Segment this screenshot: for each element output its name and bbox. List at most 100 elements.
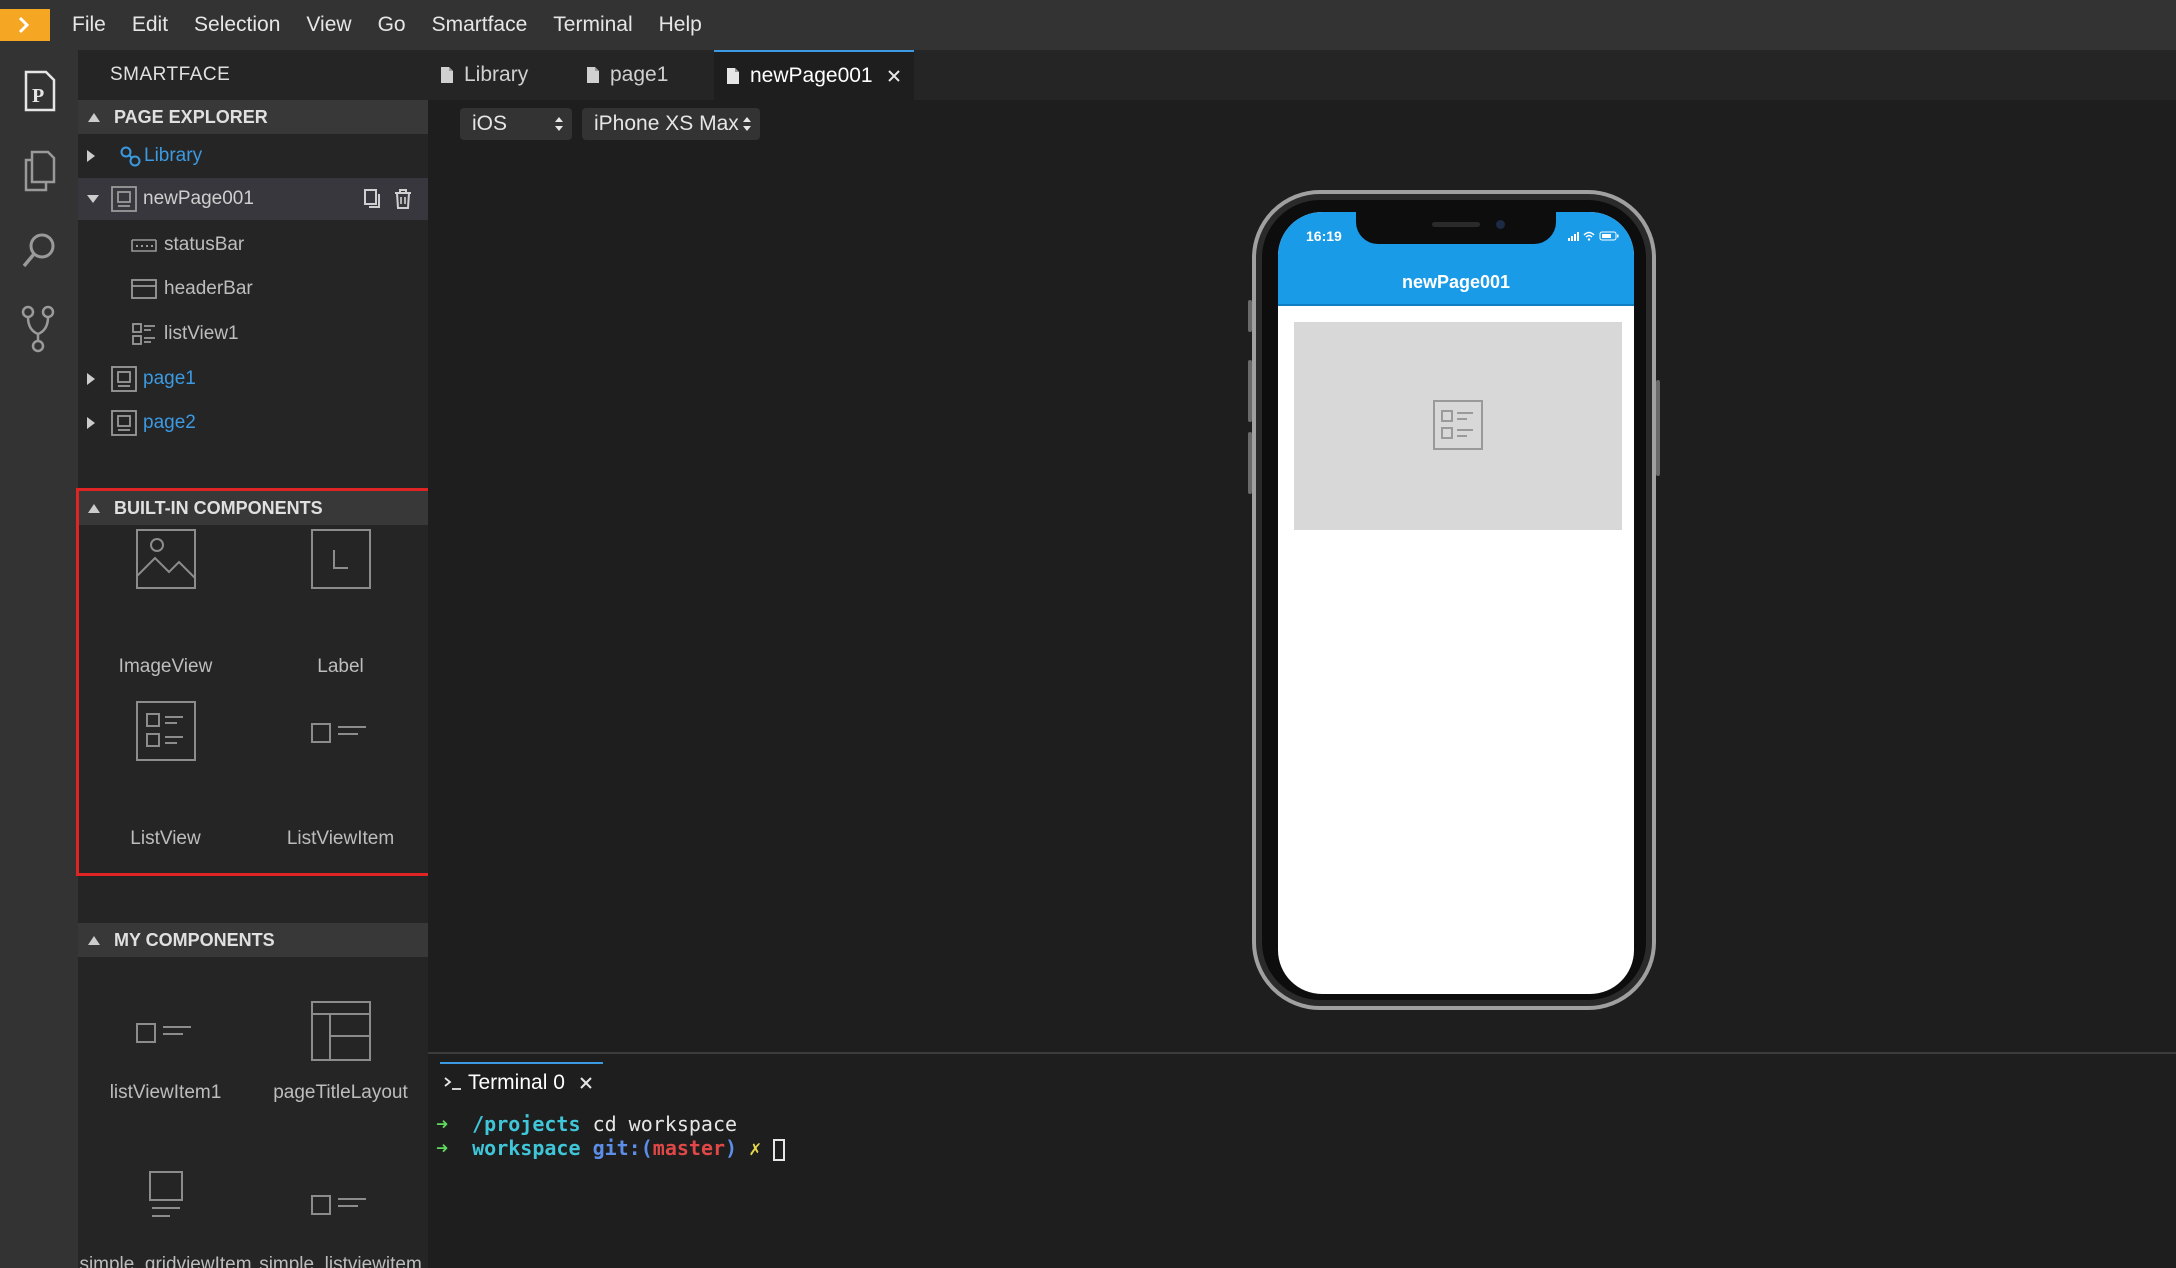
git-branch: master [652, 1136, 726, 1160]
terminal-tab-bar: Terminal 0 [428, 1054, 2176, 1108]
select-arrows-icon [555, 117, 563, 131]
tree-item-label: listView1 [164, 323, 239, 344]
highlight-box [76, 488, 440, 876]
terminal-icon [444, 1077, 461, 1090]
prompt-arrow: ➜ [436, 1136, 449, 1160]
device-select[interactable]: iPhone XS Max [582, 108, 760, 140]
menu-bar: File Edit Selection View Go Smartface Te… [0, 0, 2176, 50]
tree-item-label: headerBar [164, 278, 253, 299]
tree-item-label: page2 [143, 412, 196, 433]
menu-go[interactable]: Go [378, 13, 406, 37]
component-label: simple_gridviewItem [79, 1254, 252, 1268]
headerbar-icon [131, 276, 157, 302]
select-arrows-icon [743, 117, 751, 131]
listview-icon [1433, 400, 1483, 450]
tree-item-newpage001[interactable]: newPage001 [78, 178, 428, 220]
my-components-header[interactable]: MY COMPONENTS [78, 923, 428, 957]
terminal-line: ➜ workspace git:(master) ✗ [436, 1136, 786, 1161]
tab-newpage001[interactable]: newPage001 [714, 50, 914, 100]
preview-toolbar: iOS iPhone XS Max [428, 100, 2176, 146]
close-icon[interactable] [579, 1076, 593, 1090]
tree-item-page1[interactable]: page1 [78, 358, 428, 400]
terminal-tab[interactable]: Terminal 0 [440, 1062, 603, 1102]
menu-view[interactable]: View [306, 13, 351, 37]
tree-item-label: Library [144, 145, 203, 166]
component-listviewitem1[interactable]: listViewItem1 [78, 978, 253, 1108]
statusbar-icon [131, 232, 157, 258]
status-indicators-icon [1568, 231, 1619, 241]
prompt-path: workspace [472, 1136, 581, 1160]
terminal-line: ➜ /projects cd workspace [436, 1112, 737, 1136]
tree-item-statusbar[interactable]: statusBar [78, 224, 428, 266]
device-screen: 16:19 newPage001 [1278, 212, 1634, 994]
tree-item-headerbar[interactable]: headerBar [78, 268, 428, 310]
menu-help[interactable]: Help [659, 13, 702, 37]
component-label: pageTitleLayout [273, 1082, 408, 1103]
app-window: File Edit Selection View Go Smartface Te… [0, 0, 2176, 1268]
file-icon [727, 68, 739, 84]
app-logo [0, 9, 50, 41]
svg-text:P: P [32, 85, 44, 107]
search-icon[interactable] [18, 228, 60, 274]
collapse-icon [88, 935, 100, 945]
preview-listview[interactable] [1294, 322, 1622, 530]
trash-icon[interactable] [392, 188, 414, 210]
phone-notch [1356, 212, 1556, 244]
sidebar-title: SMARTFACE [110, 64, 231, 85]
close-icon[interactable] [887, 69, 901, 83]
preview-headerbar[interactable]: newPage001 [1278, 260, 1634, 306]
git-label: git:( [592, 1136, 653, 1160]
device-select-value: iPhone XS Max [594, 112, 739, 135]
component-simple-gridviewitem[interactable]: simple_gridviewItem [78, 1150, 253, 1268]
expand-icon [87, 150, 95, 162]
menu-edit[interactable]: Edit [132, 13, 168, 37]
collapse-icon [87, 195, 99, 203]
duplicate-icon[interactable] [361, 188, 383, 210]
tab-label: Library [464, 63, 529, 86]
menu-selection[interactable]: Selection [194, 13, 280, 37]
source-control-icon[interactable] [18, 304, 60, 353]
phone-side-button [1656, 380, 1660, 476]
prompt-arrow: ➜ [436, 1112, 449, 1136]
os-select-value: iOS [472, 112, 508, 135]
menu-file[interactable]: File [72, 13, 106, 37]
component-simple-listviewitem[interactable]: simple_listviewitem [253, 1150, 428, 1268]
listview-icon [131, 321, 157, 347]
tree-item-label: statusBar [164, 234, 245, 255]
page-explorer-header[interactable]: PAGE EXPLORER [78, 100, 428, 134]
files-icon[interactable] [18, 148, 60, 194]
page-icon[interactable]: P [18, 68, 60, 114]
device-preview: 16:19 newPage001 [1252, 190, 1656, 1010]
collapse-icon [88, 112, 100, 122]
expand-icon [87, 373, 95, 385]
preview-header-title: newPage001 [1401, 272, 1511, 292]
expand-icon [87, 417, 95, 429]
tree-item-listview1[interactable]: listView1 [78, 313, 428, 355]
link-icon [118, 143, 144, 169]
component-label: simple_listviewitem [259, 1254, 422, 1268]
prompt-path: /projects [472, 1112, 581, 1136]
tab-library[interactable]: Library [440, 50, 590, 100]
tab-label: page1 [610, 63, 669, 86]
page-node-icon [111, 410, 137, 436]
terminal-output[interactable]: ➜ /projects cd workspace ➜ workspace git… [428, 1108, 2176, 1268]
terminal-tab-label: Terminal 0 [468, 1071, 565, 1094]
menu-smartface[interactable]: Smartface [432, 13, 528, 37]
editor-tab-bar: Library page1 newPage001 [428, 50, 2176, 100]
tree-item-page2[interactable]: page2 [78, 402, 428, 444]
terminal-cursor [773, 1138, 786, 1161]
tree-item-label: newPage001 [143, 188, 254, 209]
component-pagetitlelayout[interactable]: pageTitleLayout [253, 978, 428, 1108]
file-icon [441, 67, 453, 83]
os-select[interactable]: iOS [460, 108, 572, 140]
status-time: 16:19 [1306, 228, 1342, 244]
tree-item-library[interactable]: Library [78, 135, 428, 177]
command-text: cd workspace [592, 1112, 738, 1136]
page-explorer-title: PAGE EXPLORER [114, 106, 268, 127]
gridviewitem-icon [146, 1168, 186, 1227]
page-node-icon [111, 186, 137, 212]
page-node-icon [111, 366, 137, 392]
menu-terminal[interactable]: Terminal [553, 13, 632, 37]
git-dirty-mark: ✗ [749, 1136, 762, 1160]
activity-bar: P [0, 50, 78, 1268]
